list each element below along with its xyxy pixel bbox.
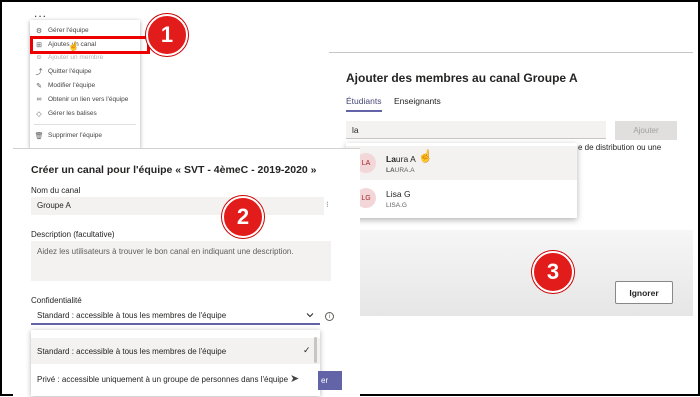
privacy-options: Standard : accessible à tous les membres… [31, 330, 320, 396]
channel-name-label: Nom du canal [31, 186, 81, 195]
callout-badge-1: 1 [146, 14, 188, 56]
add-button[interactable]: Ajouter [615, 121, 677, 140]
suggestion-laura[interactable]: LA Laura A LAURA.A [346, 146, 577, 180]
hand-cursor-icon: ☝ [418, 149, 433, 163]
privacy-selected-value: Standard : accessible à tous les membres… [37, 311, 227, 320]
menu-item-label: Gérer les balises [48, 110, 97, 117]
field-edge-icon: ⁝ [326, 200, 329, 209]
add-member-icon: ☺ [35, 54, 43, 61]
menu-divider [34, 124, 136, 125]
menu-item-label: Modifier l'équipe [48, 82, 96, 89]
menu-item-label: Supprimer l'équipe [48, 132, 102, 139]
link-icon: ∞ [36, 96, 42, 103]
ignore-button[interactable]: Ignorer [615, 281, 673, 304]
gear-icon: ⚙ [35, 27, 43, 35]
dialog-title: Créer un canal pour l'équipe « SVT - 4èm… [31, 164, 317, 176]
description-label: Description (facultative) [31, 230, 115, 239]
menu-item-label: Obtenir un lien vers l'équipe [48, 96, 129, 103]
suggestion-name: Lisa G [386, 189, 411, 199]
create-button[interactable]: er [318, 371, 342, 390]
suggestion-email: LAURA.A [386, 167, 415, 174]
menu-item-manage-tags[interactable]: ◇ Gérer les balises [30, 107, 140, 120]
privacy-option-standard[interactable]: Standard : accessible à tous les membres… [31, 338, 320, 364]
menu-item-label: Gérer l'équipe [48, 27, 89, 34]
hand-cursor-icon: ☝ [68, 41, 80, 51]
search-value: la [352, 124, 359, 135]
description-placeholder: Aidez les utilisateurs à trouver le bon … [37, 247, 294, 256]
menu-item-leave-team[interactable]: ⤴ Quitter l'équipe [30, 65, 140, 78]
more-options-icon[interactable]: ... [34, 6, 47, 20]
menu-item-label: Ajouter un membre [48, 54, 104, 61]
channel-name-value: Groupe A [37, 201, 71, 210]
callout-badge-2: 2 [222, 196, 264, 238]
privacy-option-private[interactable]: Privé : accessible uniquement à un group… [31, 366, 320, 392]
dialog-title: Ajouter des membres au canal Groupe A [346, 71, 578, 85]
menu-item-delete-team[interactable]: 🗑 Supprimer l'équipe [30, 129, 140, 142]
search-hint-text: e de distribution ou une [578, 143, 662, 152]
menu-item-label: Quitter l'équipe [48, 68, 92, 75]
leave-icon: ⤴ [35, 68, 43, 76]
privacy-label: Confidentialité [31, 296, 82, 305]
menu-item-edit-team[interactable]: ✎ Modifier l'équipe [30, 79, 140, 92]
suggestion-lisa[interactable]: LG Lisa G LISA.G [346, 181, 577, 215]
tab-active-indicator [346, 110, 382, 112]
highlight-box [30, 36, 150, 54]
suggestion-name: Laura A [386, 154, 416, 164]
checkmark-icon: ✓ [303, 345, 311, 355]
callout-badge-3: 3 [532, 251, 574, 293]
suggestion-email: LISA.G [386, 202, 407, 209]
menu-item-get-link[interactable]: ∞ Obtenir un lien vers l'équipe [30, 93, 140, 106]
channel-name-field[interactable]: Groupe A [31, 197, 324, 215]
tab-teachers[interactable]: Enseignants [394, 96, 441, 106]
option-label: Standard : accessible à tous les membres… [37, 346, 227, 356]
arrow-cursor-icon: ➤ [290, 373, 300, 385]
tag-icon: ◇ [36, 110, 42, 118]
option-label: Privé : accessible uniquement à un group… [37, 374, 289, 384]
privacy-select[interactable]: Standard : accessible à tous les membres… [31, 308, 320, 325]
chevron-down-icon [306, 313, 314, 318]
edit-icon: ✎ [36, 82, 42, 90]
description-field[interactable]: Aidez les utilisateurs à trouver le bon … [31, 241, 331, 281]
options-scrollbar[interactable] [314, 337, 317, 363]
member-suggestions: LA Laura A LAURA.A LG Lisa G LISA.G [346, 143, 577, 218]
tab-students[interactable]: Étudiants [346, 96, 381, 106]
trash-icon: 🗑 [34, 132, 44, 140]
info-icon[interactable]: i [325, 312, 334, 321]
member-search-input[interactable]: la [346, 121, 606, 139]
